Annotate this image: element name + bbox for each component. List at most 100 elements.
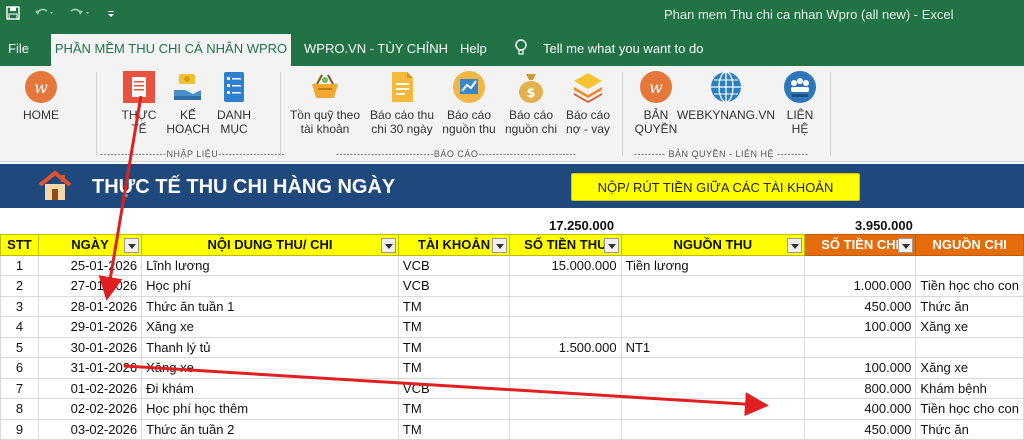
cell-date[interactable]: 28-01-2026: [37, 295, 143, 317]
cell-stt[interactable]: 1: [0, 254, 39, 276]
cell-expense-amount[interactable]: 100.000: [804, 316, 917, 338]
filter-dropdown-icon[interactable]: [124, 238, 140, 253]
cell-income-source[interactable]: [620, 418, 806, 440]
cell-expense-amount[interactable]: 100.000: [804, 357, 917, 379]
cell-date[interactable]: 29-01-2026: [37, 316, 143, 338]
cell-income-source[interactable]: [620, 398, 806, 420]
cell-income-amount[interactable]: [509, 295, 622, 317]
bao-cao-30-ngay-button[interactable]: Báo cáo thu chi 30 ngày: [366, 70, 438, 136]
cell-expense-amount[interactable]: 800.000: [804, 377, 917, 399]
danh-muc-button[interactable]: DANH MỤC: [212, 70, 256, 136]
bao-cao-nguon-chi-button[interactable]: $ Báo cáo nguồn chi: [500, 70, 562, 136]
bao-cao-no-vay-button[interactable]: Báo cáo nợ - vay: [562, 70, 614, 136]
cell-description[interactable]: Lĩnh lương: [141, 254, 399, 276]
cell-description[interactable]: Thanh lý tủ: [141, 336, 399, 358]
filter-dropdown-icon[interactable]: [898, 238, 914, 253]
cell-account[interactable]: TM: [397, 336, 511, 358]
cell-income-source[interactable]: [620, 357, 806, 379]
cell-income-source[interactable]: [620, 377, 806, 399]
cell-income-amount[interactable]: [509, 357, 622, 379]
cell-stt[interactable]: 7: [0, 377, 39, 399]
cell-date[interactable]: 25-01-2026: [37, 254, 143, 276]
cell-expense-source[interactable]: Khám bệnh: [915, 377, 1024, 399]
cell-description[interactable]: Xăng xe: [141, 316, 399, 338]
cell-income-source[interactable]: [620, 295, 806, 317]
cell-expense-amount[interactable]: 1.000.000: [804, 275, 917, 297]
customize-qat-icon[interactable]: [106, 6, 116, 23]
cell-expense-amount[interactable]: 400.000: [804, 398, 917, 420]
filter-dropdown-icon[interactable]: [492, 238, 508, 253]
cell-date[interactable]: 27-01-2026: [37, 275, 143, 297]
cell-account[interactable]: VCB: [397, 377, 511, 399]
cell-expense-source[interactable]: Tiền học cho con: [915, 398, 1024, 420]
cell-expense-source[interactable]: Thức ăn: [915, 295, 1024, 317]
cell-date[interactable]: 01-02-2026: [37, 377, 143, 399]
cell-expense-source[interactable]: [915, 336, 1024, 358]
tab-wpro-tuy-chinh[interactable]: WPRO.VN - TÙY CHỈNH: [304, 41, 448, 56]
lien-he-button[interactable]: LIÊN HỆ: [778, 70, 822, 136]
cell-income-amount[interactable]: [509, 275, 622, 297]
cell-expense-source[interactable]: Tiền học cho con: [915, 275, 1024, 297]
cell-description[interactable]: Thức ăn tuần 2: [141, 418, 399, 440]
cell-description[interactable]: Học phí học thêm: [141, 398, 399, 420]
cell-stt[interactable]: 6: [0, 357, 39, 379]
cell-account[interactable]: VCB: [397, 275, 511, 297]
cell-expense-amount[interactable]: 450.000: [804, 295, 917, 317]
filter-dropdown-icon[interactable]: [380, 238, 396, 253]
cell-stt[interactable]: 2: [0, 275, 39, 297]
cell-stt[interactable]: 9: [0, 418, 39, 440]
cell-account[interactable]: TM: [397, 295, 511, 317]
cell-income-source[interactable]: Tiền lương: [620, 254, 806, 276]
cell-expense-amount[interactable]: [804, 336, 917, 358]
tab-file[interactable]: File: [8, 41, 29, 56]
cell-expense-source[interactable]: [915, 254, 1024, 276]
redo-icon[interactable]: [70, 6, 92, 23]
cell-income-source[interactable]: [620, 316, 806, 338]
cell-account[interactable]: TM: [397, 398, 511, 420]
cell-date[interactable]: 02-02-2026: [37, 398, 143, 420]
cell-date[interactable]: 31-01-2026: [37, 357, 143, 379]
cell-income-source[interactable]: NT1: [620, 336, 806, 358]
cell-description[interactable]: Học phí: [141, 275, 399, 297]
cell-stt[interactable]: 3: [0, 295, 39, 317]
thuc-te-button[interactable]: THỰC TẾ: [116, 70, 162, 136]
cell-account[interactable]: VCB: [397, 254, 511, 276]
cell-income-amount[interactable]: [509, 398, 622, 420]
save-icon[interactable]: [6, 6, 20, 23]
cell-description[interactable]: Xăng xe: [141, 357, 399, 379]
cell-expense-amount[interactable]: 450.000: [804, 418, 917, 440]
cell-date[interactable]: 03-02-2026: [37, 418, 143, 440]
cell-stt[interactable]: 8: [0, 398, 39, 420]
cell-account[interactable]: TM: [397, 316, 511, 338]
cell-stt[interactable]: 5: [0, 336, 39, 358]
home-button[interactable]: w HOME: [16, 70, 66, 122]
cell-income-source[interactable]: [620, 275, 806, 297]
transfer-between-accounts-button[interactable]: NỘP/ RÚT TIỀN GIỮA CÁC TÀI KHOẢN: [571, 173, 860, 201]
cell-account[interactable]: TM: [397, 357, 511, 379]
ke-hoach-button[interactable]: KẾ HOẠCH: [164, 70, 212, 136]
ban-quyen-button[interactable]: w BẢN QUYỀN: [630, 70, 682, 136]
tab-phan-mem-thu-chi[interactable]: PHẦN MỀM THU CHI CÁ NHÂN WPRO: [51, 34, 291, 66]
filter-dropdown-icon[interactable]: [603, 238, 619, 253]
cell-description[interactable]: Thức ăn tuần 1: [141, 295, 399, 317]
cell-expense-source[interactable]: Xăng xe: [915, 316, 1024, 338]
tell-me-search[interactable]: Tell me what you want to do: [543, 41, 703, 56]
filter-dropdown-icon[interactable]: [787, 238, 803, 253]
cell-date[interactable]: 30-01-2026: [37, 336, 143, 358]
cell-stt[interactable]: 4: [0, 316, 39, 338]
tab-help[interactable]: Help: [460, 41, 487, 56]
cell-income-amount[interactable]: [509, 418, 622, 440]
undo-icon[interactable]: [34, 6, 56, 23]
cell-expense-amount[interactable]: [804, 254, 917, 276]
cell-expense-source[interactable]: Thức ăn: [915, 418, 1024, 440]
bao-cao-nguon-thu-button[interactable]: Báo cáo nguồn thu: [438, 70, 500, 136]
cell-income-amount[interactable]: 1.500.000: [509, 336, 622, 358]
cell-income-amount[interactable]: [509, 316, 622, 338]
ton-quy-button[interactable]: Tồn quỹ theo tài khoản: [284, 70, 366, 136]
webkynang-button[interactable]: WEBKYNANG.VN: [676, 70, 776, 122]
cell-account[interactable]: TM: [397, 418, 511, 440]
cell-description[interactable]: Đi khám: [141, 377, 399, 399]
cell-income-amount[interactable]: 15.000.000: [509, 254, 622, 276]
cell-expense-source[interactable]: Xăng xe: [915, 357, 1024, 379]
cell-income-amount[interactable]: [509, 377, 622, 399]
